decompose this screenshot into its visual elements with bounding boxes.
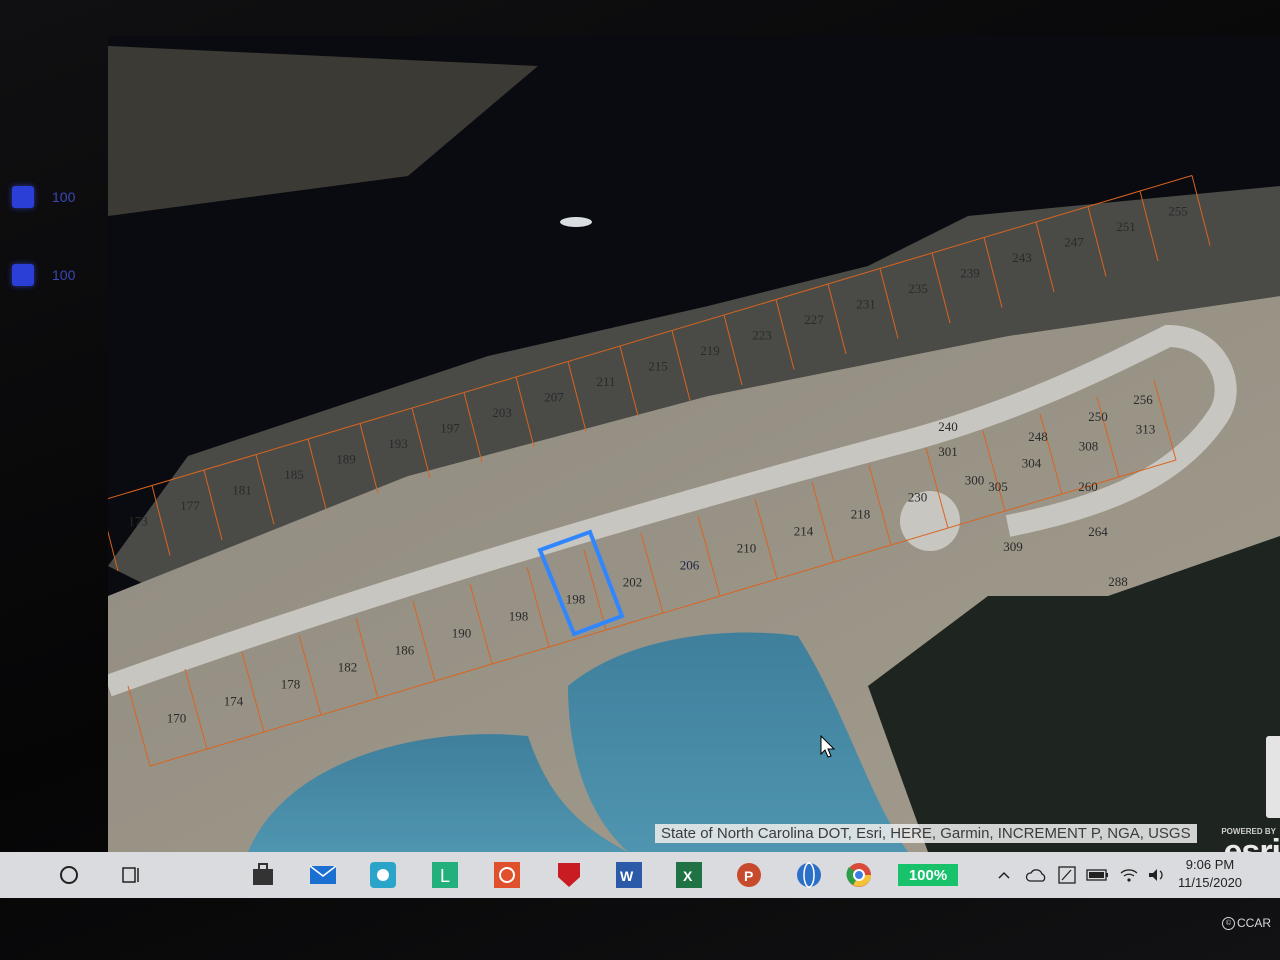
system-clock[interactable]: 9:06 PM 11/15/2020 — [1170, 856, 1250, 892]
parcel-label[interactable]: 255 — [1168, 203, 1188, 218]
task-view-icon[interactable] — [114, 858, 148, 892]
battery-indicator[interactable]: 100% — [898, 864, 958, 886]
parcel-label[interactable]: 260 — [1078, 479, 1098, 494]
parcel-label[interactable]: 256 — [1133, 392, 1153, 407]
circle-app-icon[interactable] — [490, 858, 524, 892]
parcel-label[interactable]: 178 — [281, 677, 301, 692]
chrome-icon[interactable] — [842, 858, 876, 892]
volume-icon[interactable] — [1146, 862, 1168, 888]
parcel-label[interactable]: 243 — [1012, 250, 1032, 265]
parcel-label[interactable]: 305 — [988, 479, 1008, 494]
legend-swatch — [12, 264, 34, 286]
parcel-label[interactable]: 223 — [752, 327, 772, 342]
parcel-label[interactable]: 251 — [1116, 219, 1136, 234]
map-attribution: State of North Carolina DOT, Esri, HERE,… — [655, 824, 1197, 843]
parcel-label[interactable]: 170 — [167, 711, 187, 726]
parcel-label[interactable]: 203 — [492, 405, 512, 420]
store-icon[interactable] — [246, 858, 280, 892]
parcel-label[interactable]: 214 — [794, 524, 814, 539]
parcel-label[interactable]: 185 — [284, 467, 304, 482]
parcel-label[interactable]: 186 — [395, 643, 415, 658]
search-icon[interactable] — [52, 858, 86, 892]
parcel-label[interactable]: 247 — [1064, 234, 1084, 249]
zoom-control[interactable] — [1266, 736, 1280, 818]
clock-time: 9:06 PM — [1185, 857, 1235, 872]
parcel-label[interactable]: 182 — [338, 660, 358, 675]
legend-value: 100 — [52, 189, 76, 205]
svg-text:X: X — [683, 868, 693, 884]
esri-logo: esri — [1223, 833, 1280, 852]
legend-swatch — [12, 186, 34, 208]
clock-date: 11/15/2020 — [1177, 875, 1243, 890]
parcel-label[interactable]: 304 — [1022, 456, 1042, 471]
parcel-label[interactable]: 227 — [804, 312, 824, 327]
parcel-label[interactable]: 181 — [232, 482, 252, 497]
parcel-label[interactable]: 198 — [509, 609, 529, 624]
parcel-label[interactable]: 300 — [965, 473, 985, 488]
parcel-label[interactable]: 215 — [648, 358, 668, 373]
parcel-label[interactable]: 189 — [336, 451, 356, 466]
mouse-cursor-icon — [820, 735, 836, 758]
mail-icon[interactable] — [306, 858, 340, 892]
parcel-label[interactable]: 248 — [1028, 429, 1048, 444]
wifi-icon[interactable] — [1118, 862, 1140, 888]
parcel-label[interactable]: 174 — [224, 694, 244, 709]
cloud-icon[interactable] — [1024, 862, 1048, 888]
parcel-label[interactable]: 239 — [960, 265, 980, 280]
boat — [560, 217, 592, 227]
parcel-label[interactable]: 231 — [856, 296, 876, 311]
legend-panel: 100 100 — [0, 150, 108, 330]
parcel-label[interactable]: 264 — [1088, 524, 1108, 539]
parcel-label[interactable]: 218 — [851, 507, 871, 522]
watermark-text: CCAR — [1237, 916, 1272, 930]
cc-icon: © — [1222, 916, 1235, 930]
legend-value: 100 — [52, 267, 76, 283]
battery-icon[interactable] — [1086, 862, 1110, 888]
parcel-label[interactable]: 207 — [544, 389, 564, 404]
parcel-label[interactable]: 190 — [452, 626, 472, 641]
parcel-label[interactable]: 193 — [388, 436, 408, 451]
legend-item[interactable]: 100 — [12, 264, 75, 286]
monitor-frame: 100 100 173 177 181 185 189 193 197 203 … — [0, 0, 1280, 960]
parcel-label[interactable]: 206 — [680, 558, 700, 573]
parcel-label[interactable]: 219 — [700, 343, 720, 358]
parcel-label[interactable]: 197 — [440, 420, 460, 435]
parcel-label[interactable]: 210 — [737, 541, 757, 556]
parcel-label[interactable]: 173 — [128, 513, 148, 528]
excel-icon[interactable]: X — [672, 858, 706, 892]
parcel-label[interactable]: 288 — [1108, 574, 1128, 589]
parcel-label[interactable]: 198 — [566, 592, 586, 607]
watermark: © CCAR — [1222, 916, 1271, 930]
parcel-label[interactable]: 211 — [596, 374, 615, 389]
parcel-label[interactable]: 230 — [908, 490, 928, 505]
svg-text:W: W — [620, 868, 634, 884]
parcel-label[interactable]: 301 — [938, 444, 958, 459]
svg-text:L: L — [440, 866, 450, 886]
globe-icon[interactable] — [792, 858, 826, 892]
taskbar: L W X P 100% 9:06 PM 11/15/2020 — [0, 852, 1280, 898]
parcel-label[interactable]: 202 — [623, 575, 643, 590]
satellite-map[interactable]: 173 177 181 185 189 193 197 203 207 211 215 219 223 2… — [108, 36, 1280, 852]
lens-icon[interactable]: L — [428, 858, 462, 892]
photos-icon[interactable] — [366, 858, 400, 892]
parcel-label[interactable]: 177 — [180, 498, 200, 513]
map-view[interactable]: 173 177 181 185 189 193 197 203 207 211 215 219 223 2… — [108, 36, 1280, 852]
parcel-label[interactable]: 250 — [1088, 409, 1108, 424]
parcel-label[interactable]: 308 — [1079, 439, 1099, 454]
mcafee-icon[interactable] — [552, 858, 586, 892]
word-icon[interactable]: W — [612, 858, 646, 892]
pen-icon[interactable] — [1056, 862, 1078, 888]
powerpoint-icon[interactable]: P — [732, 858, 766, 892]
legend-item[interactable]: 100 — [12, 186, 75, 208]
parcel-label[interactable]: 313 — [1136, 422, 1156, 437]
chevron-up-icon[interactable] — [994, 862, 1014, 888]
parcel-label[interactable]: 309 — [1003, 539, 1023, 554]
parcel-label[interactable]: 240 — [938, 419, 958, 434]
svg-text:P: P — [744, 868, 753, 884]
parcel-label[interactable]: 235 — [908, 281, 928, 296]
